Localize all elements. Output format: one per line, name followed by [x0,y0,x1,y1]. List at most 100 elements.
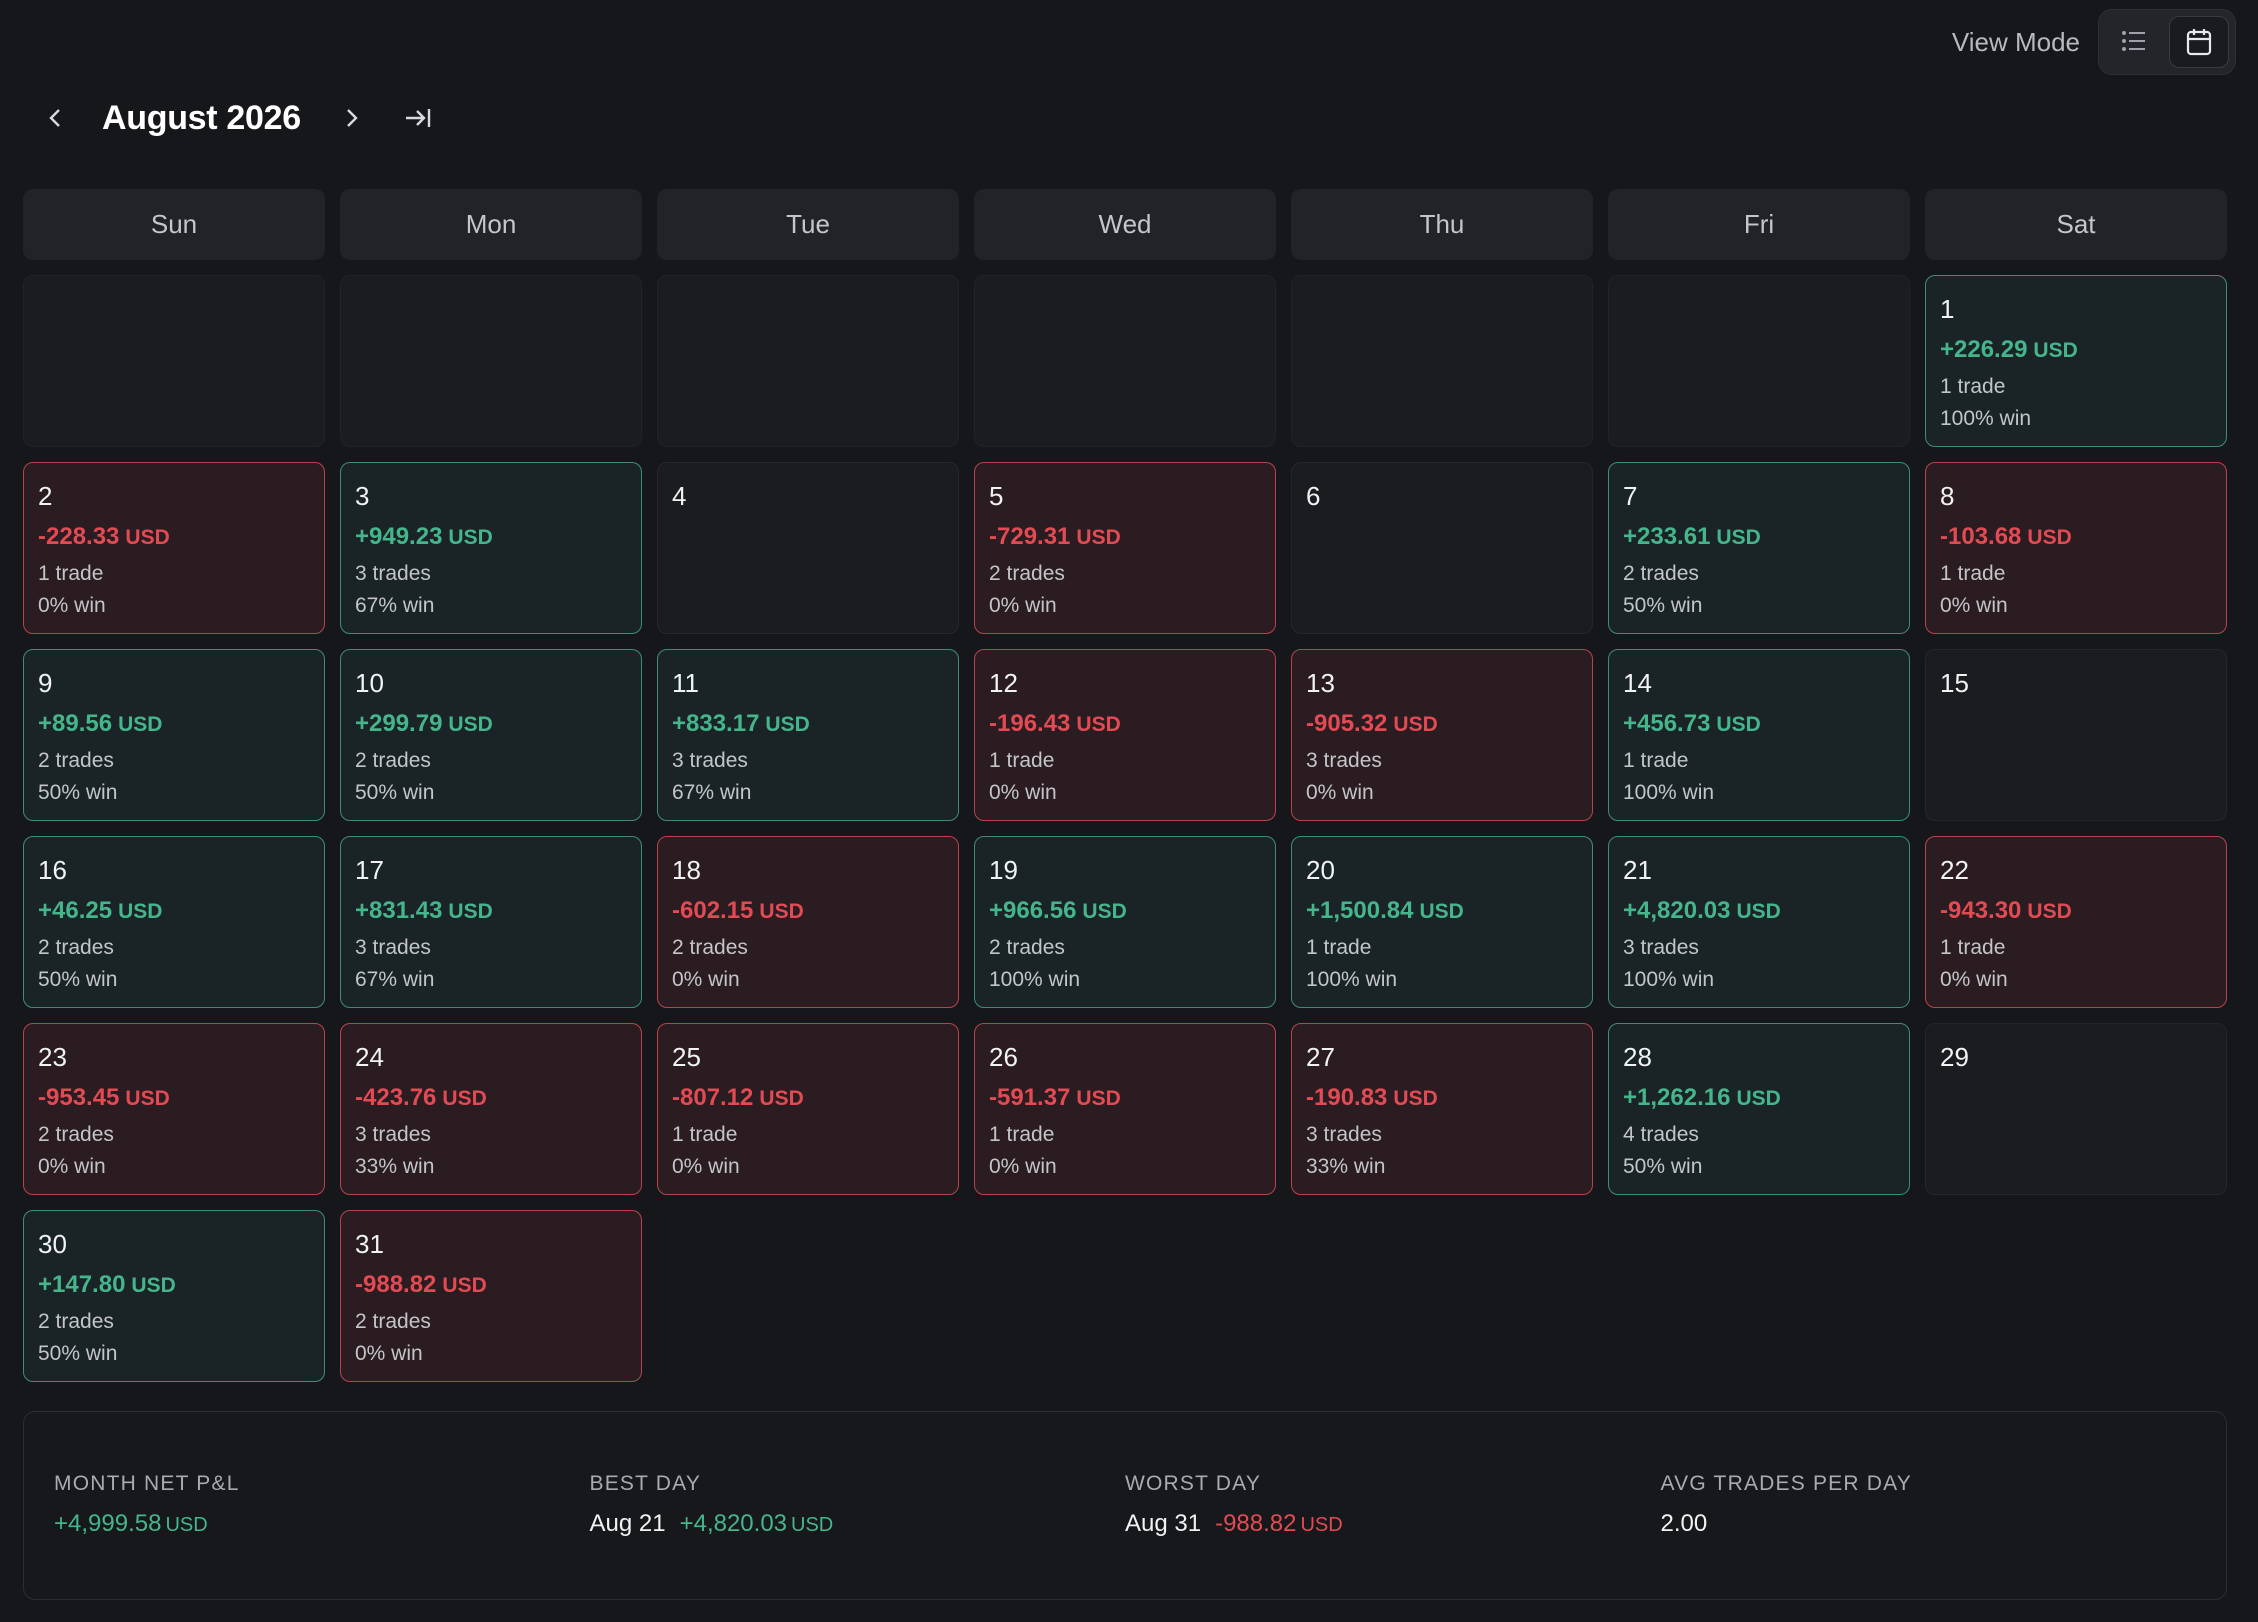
day-cell[interactable]: 14 +456.73 USD 1 trade 100% win [1608,649,1910,821]
day-cell[interactable]: 19 +966.56 USD 2 trades 100% win [974,836,1276,1008]
day-cell[interactable]: 15 [1925,649,2227,821]
day-pnl: -988.82 USD [355,1271,487,1299]
day-pnl-amount: +456.73 [1623,710,1711,737]
day-cell[interactable]: 2 -228.33 USD 1 trade 0% win [23,462,325,634]
day-pnl: +147.80 USD [38,1271,176,1299]
day-pnl-amount: -423.76 [355,1084,437,1111]
day-cell[interactable]: 27 -190.83 USD 3 trades 33% win [1291,1023,1593,1195]
day-cell[interactable]: 10 +299.79 USD 2 trades 50% win [340,649,642,821]
day-pnl-currency: USD [1393,713,1438,736]
day-pnl-currency: USD [131,1274,176,1297]
weekday-sat: Sat [1925,189,2227,260]
day-cell[interactable]: 23 -953.45 USD 2 trades 0% win [23,1023,325,1195]
calendar-icon [2186,29,2212,56]
avg-trades-value: 2.00 [1660,1510,1708,1537]
worst-day-amount: -988.82 [1215,1510,1297,1537]
day-pnl: -423.76 USD [355,1084,487,1112]
day-win-rate: 0% win [1940,968,2008,991]
day-cell[interactable]: 11 +833.17 USD 3 trades 67% win [657,649,959,821]
day-pnl: +4,820.03 USD [1623,897,1781,925]
day-cell[interactable]: 9 +89.56 USD 2 trades 50% win [23,649,325,821]
day-number: 26 [989,1042,1018,1072]
day-pnl-amount: -943.30 [1940,897,2022,924]
next-month-button[interactable] [335,98,369,138]
day-cell[interactable]: 6 [1291,462,1593,634]
view-mode-label: View Mode [1951,26,2080,57]
list-view-button[interactable] [2105,16,2163,66]
day-win-rate: 0% win [672,968,740,991]
day-pnl-currency: USD [2033,339,2078,362]
day-pnl-amount: +226.29 [1940,336,2028,363]
day-number: 20 [1306,855,1335,885]
day-cell[interactable]: 24 -423.76 USD 3 trades 33% win [340,1023,642,1195]
best-day-currency: USD [791,1514,834,1536]
day-cell[interactable]: 5 -729.31 USD 2 trades 0% win [974,462,1276,634]
day-pnl: -228.33 USD [38,523,170,551]
day-cell[interactable]: 21 +4,820.03 USD 3 trades 100% win [1608,836,1910,1008]
day-trade-count: 1 trade [989,749,1055,772]
day-pnl: -905.32 USD [1306,710,1438,738]
day-pnl-currency: USD [125,526,170,549]
day-pnl-currency: USD [448,526,493,549]
day-cell[interactable]: 28 +1,262.16 USD 4 trades 50% win [1608,1023,1910,1195]
day-cell[interactable]: 12 -196.43 USD 1 trade 0% win [974,649,1276,821]
day-pnl: -943.30 USD [1940,897,2072,925]
day-cell[interactable]: 1 +226.29 USD 1 trade 100% win [1925,275,2227,447]
day-number: 19 [989,855,1018,885]
day-cell[interactable]: 20 +1,500.84 USD 1 trade 100% win [1291,836,1593,1008]
day-pnl: +949.23 USD [355,523,493,551]
summary-worst-day: WORST DAY Aug 31 -988.82 USD [1125,1412,1661,1599]
worst-day-date: Aug 31 [1125,1510,1202,1537]
day-pnl: -807.12 USD [672,1084,804,1112]
summary-best-day: BEST DAY Aug 21 +4,820.03 USD [590,1412,1126,1599]
day-pnl: +456.73 USD [1623,710,1761,738]
day-pnl: -591.37 USD [989,1084,1121,1112]
day-cell[interactable]: 25 -807.12 USD 1 trade 0% win [657,1023,959,1195]
worst-day-currency: USD [1300,1514,1343,1536]
calendar-grid: 1 +226.29 USD 1 trade 100% win 2 -228.33 USD 1 t… [23,275,2227,1382]
day-cell[interactable]: 4 [657,462,959,634]
day-cell[interactable]: 29 [1925,1023,2227,1195]
day-number: 25 [672,1042,701,1072]
day-pnl-currency: USD [1393,1087,1438,1110]
day-pnl-currency: USD [118,900,163,923]
day-number: 17 [355,855,384,885]
jump-to-current-button[interactable] [401,98,435,138]
calendar-view-button[interactable] [2169,16,2229,68]
day-cell[interactable]: 16 +46.25 USD 2 trades 50% win [23,836,325,1008]
day-cell[interactable]: 30 +147.80 USD 2 trades 50% win [23,1210,325,1382]
day-cell[interactable]: 13 -905.32 USD 3 trades 0% win [1291,649,1593,821]
day-cell[interactable]: 31 -988.82 USD 2 trades 0% win [340,1210,642,1382]
month-summary: MONTH NET P&L +4,999.58 USD BEST DAY Aug … [23,1411,2227,1600]
day-cell[interactable]: 8 -103.68 USD 1 trade 0% win [1925,462,2227,634]
day-pnl-amount: -602.15 [672,897,754,924]
day-trade-count: 1 trade [1940,936,2006,959]
empty-day-cell [1608,275,1910,447]
day-win-rate: 0% win [1306,781,1374,804]
day-win-rate: 100% win [989,968,1081,991]
day-cell[interactable]: 17 +831.43 USD 3 trades 67% win [340,836,642,1008]
day-pnl-currency: USD [2027,900,2072,923]
best-day-label: BEST DAY [589,1472,702,1495]
day-cell[interactable]: 22 -943.30 USD 1 trade 0% win [1925,836,2227,1008]
day-cell[interactable]: 3 +949.23 USD 3 trades 67% win [340,462,642,634]
summary-avg-trades: AVG TRADES PER DAY 2.00 [1661,1412,2197,1599]
day-pnl: -190.83 USD [1306,1084,1438,1112]
previous-month-button[interactable] [38,98,72,138]
day-pnl-currency: USD [1076,1087,1121,1110]
month-navigation: August 2026 [38,88,435,148]
day-cell[interactable]: 7 +233.61 USD 2 trades 50% win [1608,462,1910,634]
day-cell[interactable]: 18 -602.15 USD 2 trades 0% win [657,836,959,1008]
day-pnl: +46.25 USD [38,897,162,925]
day-cell[interactable]: 26 -591.37 USD 1 trade 0% win [974,1023,1276,1195]
day-pnl-amount: -190.83 [1306,1084,1388,1111]
day-win-rate: 67% win [355,594,435,617]
worst-day-value: Aug 31 -988.82 USD [1125,1510,1661,1538]
day-pnl-amount: +966.56 [989,897,1077,924]
day-win-rate: 33% win [355,1155,435,1178]
day-pnl-currency: USD [759,900,804,923]
day-number: 30 [38,1229,67,1259]
day-number: 7 [1623,481,1638,511]
day-pnl-currency: USD [1736,900,1781,923]
day-trade-count: 1 trade [1623,749,1689,772]
